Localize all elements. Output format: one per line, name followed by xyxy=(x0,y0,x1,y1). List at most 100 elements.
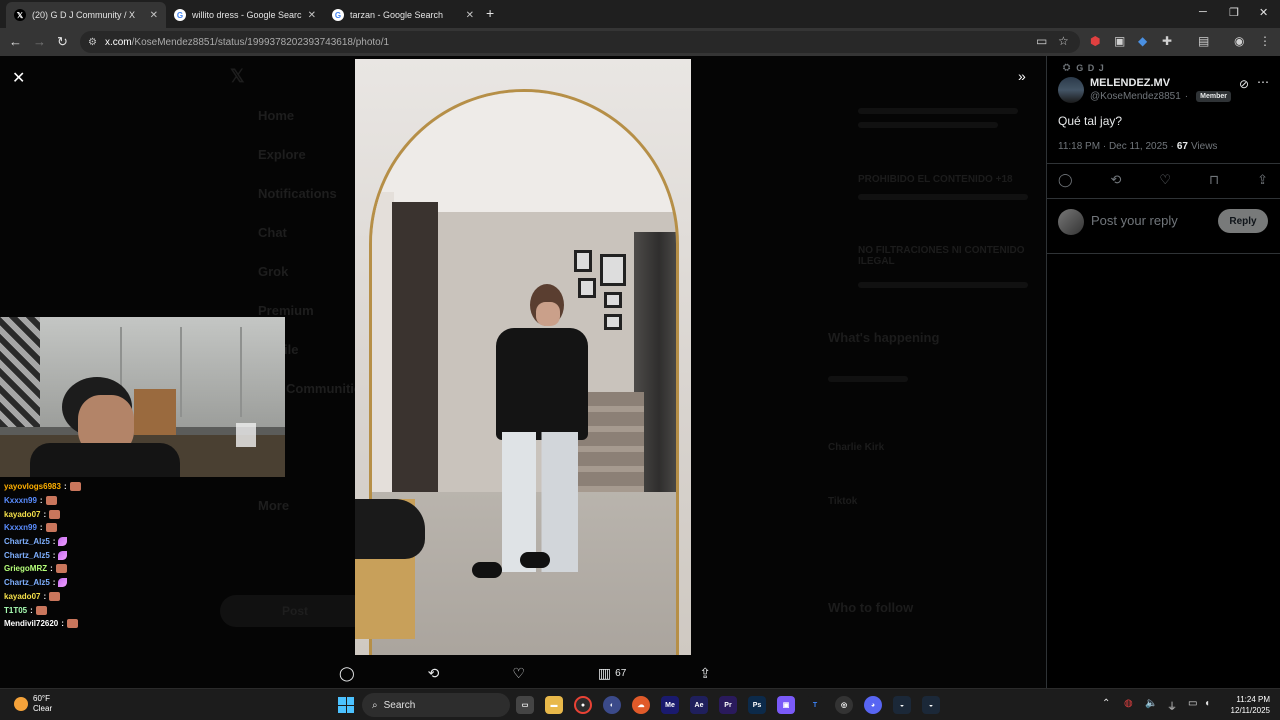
menu-icon[interactable]: ⋮ xyxy=(1259,34,1271,48)
address-bar[interactable]: ⚙ x.com /KoseMendez8851/status/199937820… xyxy=(80,31,1080,53)
taskbar-clock[interactable]: 11:24 PM 12/11/2025 xyxy=(1224,694,1270,716)
close-window-icon[interactable]: ✕ xyxy=(1259,6,1268,19)
weather-widget[interactable]: 60°F Clear xyxy=(14,694,52,714)
discord-icon[interactable]: ◕ xyxy=(864,696,882,714)
community-label[interactable]: ⛭ G D J xyxy=(1063,62,1105,73)
nav-explore[interactable]: Explore xyxy=(258,147,306,162)
reload-icon[interactable]: ↻ xyxy=(57,34,68,50)
nav-more[interactable]: More xyxy=(258,498,289,513)
obs-icon[interactable]: ◐ xyxy=(603,696,621,714)
chat-username[interactable]: yayovlogs6983 xyxy=(4,482,61,491)
app-icon[interactable]: ◎ xyxy=(835,696,853,714)
back-icon[interactable]: ← xyxy=(9,34,22,49)
author-handle[interactable]: @KoseMendez8851 xyxy=(1090,91,1181,102)
trend-item[interactable]: Charlie Kirk xyxy=(828,442,884,453)
reply-input[interactable]: Post your reply xyxy=(1091,213,1178,228)
reply-icon[interactable]: ◯ xyxy=(1058,172,1073,188)
post-button[interactable]: Post xyxy=(220,595,370,627)
maximize-icon[interactable]: ❐ xyxy=(1229,6,1239,19)
chat-username[interactable]: Chartz_Alz5 xyxy=(4,551,50,560)
taskbar-search[interactable]: ⌕ Search xyxy=(362,693,510,717)
puzzle-icon[interactable]: ✚ xyxy=(1162,34,1172,48)
file-explorer-icon[interactable]: ▬ xyxy=(545,696,563,714)
photo-person-legs xyxy=(502,432,578,572)
media-encoder-icon[interactable]: Me xyxy=(661,696,679,714)
share-action[interactable]: ⇪ xyxy=(699,665,711,682)
chat-username[interactable]: Kxxxn99 xyxy=(4,523,37,532)
post-photo[interactable] xyxy=(355,59,691,655)
soundcloud-icon[interactable]: ☁ xyxy=(632,696,650,714)
divider xyxy=(1047,163,1280,164)
chrome-icon[interactable]: ● xyxy=(574,696,592,714)
chat-username[interactable]: kayado07 xyxy=(4,592,40,601)
share-icon[interactable]: ⇪ xyxy=(1257,172,1268,188)
adblock-icon[interactable]: ⬢ xyxy=(1090,34,1100,48)
chat-username[interactable]: Chartz_Alz5 xyxy=(4,537,50,546)
chat-username[interactable]: Kxxxn99 xyxy=(4,496,37,505)
extension-translate-icon[interactable]: ◆ xyxy=(1138,34,1147,48)
more-icon[interactable]: ⋯ xyxy=(1257,75,1269,89)
tab-willito-search[interactable]: G willito dress - Google Search ✕ xyxy=(166,2,324,28)
tray-app-icon[interactable]: ◍ xyxy=(1124,698,1133,709)
author-display-name[interactable]: MELENDEZ.MV xyxy=(1090,77,1170,89)
after-effects-icon[interactable]: Ae xyxy=(690,696,708,714)
chat-username[interactable]: Chartz_Alz5 xyxy=(4,578,50,587)
tab-x-community[interactable]: 𝕏 (20) G D J Community / X ✕ xyxy=(6,2,166,28)
grok-icon[interactable]: ⊘ xyxy=(1239,77,1249,91)
minimize-icon[interactable]: ─ xyxy=(1199,6,1207,18)
chat-username[interactable]: kayado07 xyxy=(4,510,40,519)
close-tab-icon[interactable]: ✕ xyxy=(150,10,158,21)
tab-tarzan-search[interactable]: G tarzan - Google Search ✕ xyxy=(324,2,482,28)
views-action[interactable]: ▥ 67 xyxy=(598,665,626,682)
nav-home[interactable]: Home xyxy=(258,108,294,123)
trend-item[interactable]: Tiktok xyxy=(828,496,857,507)
close-tab-icon[interactable]: ✕ xyxy=(466,10,474,21)
extension-icon[interactable]: ▣ xyxy=(1114,34,1125,48)
chat-username[interactable]: Mendivil72620 xyxy=(4,619,58,628)
reply-action[interactable]: ◯ xyxy=(339,665,355,682)
chat-username[interactable]: GriegoMRZ xyxy=(4,564,47,573)
repost-icon[interactable]: ⟲ xyxy=(1111,172,1122,188)
chat-username[interactable]: T1T05 xyxy=(4,606,27,615)
app-icon[interactable]: ▣ xyxy=(777,696,795,714)
steam-icon[interactable]: ◒ xyxy=(922,696,940,714)
close-tab-icon[interactable]: ✕ xyxy=(308,10,316,21)
photoshop-icon[interactable]: Ps xyxy=(748,696,766,714)
forward-icon[interactable]: → xyxy=(33,34,46,49)
tray-chevron-icon[interactable]: ⌃ xyxy=(1102,698,1110,709)
bookmark-icon[interactable]: ⊓ xyxy=(1209,172,1219,188)
nav-notifications[interactable]: Notifications xyxy=(258,186,337,201)
tab-title: (20) G D J Community / X xyxy=(32,10,136,20)
new-tab-icon[interactable]: + xyxy=(486,5,494,21)
steam-icon[interactable]: ◒ xyxy=(893,696,911,714)
network-icon[interactable]: ▭ xyxy=(1188,698,1197,709)
profile-icon[interactable]: ◉ xyxy=(1234,34,1244,48)
site-info-icon[interactable]: ⚙ xyxy=(88,37,97,48)
microphone-icon[interactable]: ⏚ xyxy=(1167,698,1177,713)
heart-icon[interactable]: ♡ xyxy=(1159,172,1171,188)
tweet-action-row: ◯ ⟲ ♡ ⊓ ⇪ xyxy=(1058,172,1268,188)
nav-chat[interactable]: Chat xyxy=(258,225,287,240)
author-avatar[interactable] xyxy=(1058,77,1084,103)
premiere-icon[interactable]: Pr xyxy=(719,696,737,714)
repost-action[interactable]: ⟲ xyxy=(428,665,440,682)
task-view-icon[interactable]: ▭ xyxy=(516,696,534,714)
speaker-icon[interactable]: 🔈 xyxy=(1145,698,1157,709)
nav-premium[interactable]: Premium xyxy=(258,303,314,318)
chat-separator: : xyxy=(43,509,47,519)
like-action[interactable]: ♡ xyxy=(512,665,525,682)
volume-icon[interactable]: ◖ xyxy=(1204,698,1210,709)
sidepanel-icon[interactable]: ▤ xyxy=(1198,34,1209,48)
app-icon[interactable]: T xyxy=(806,696,824,714)
close-photo-icon[interactable]: ✕ xyxy=(12,68,25,88)
cast-icon[interactable]: ▭ xyxy=(1036,34,1047,48)
tweet-time[interactable]: 11:18 PM · Dec 11, 2025 · xyxy=(1058,141,1174,152)
photo-door xyxy=(392,202,438,502)
chat-emote-icon xyxy=(58,578,68,588)
x-logo-icon: 𝕏 xyxy=(14,9,26,21)
nav-grok[interactable]: Grok xyxy=(258,264,288,279)
reply-button[interactable]: Reply xyxy=(1218,209,1268,233)
bookmark-star-icon[interactable]: ☆ xyxy=(1058,34,1069,48)
expand-panel-icon[interactable]: » xyxy=(1018,68,1026,84)
windows-start-icon[interactable] xyxy=(338,697,354,713)
